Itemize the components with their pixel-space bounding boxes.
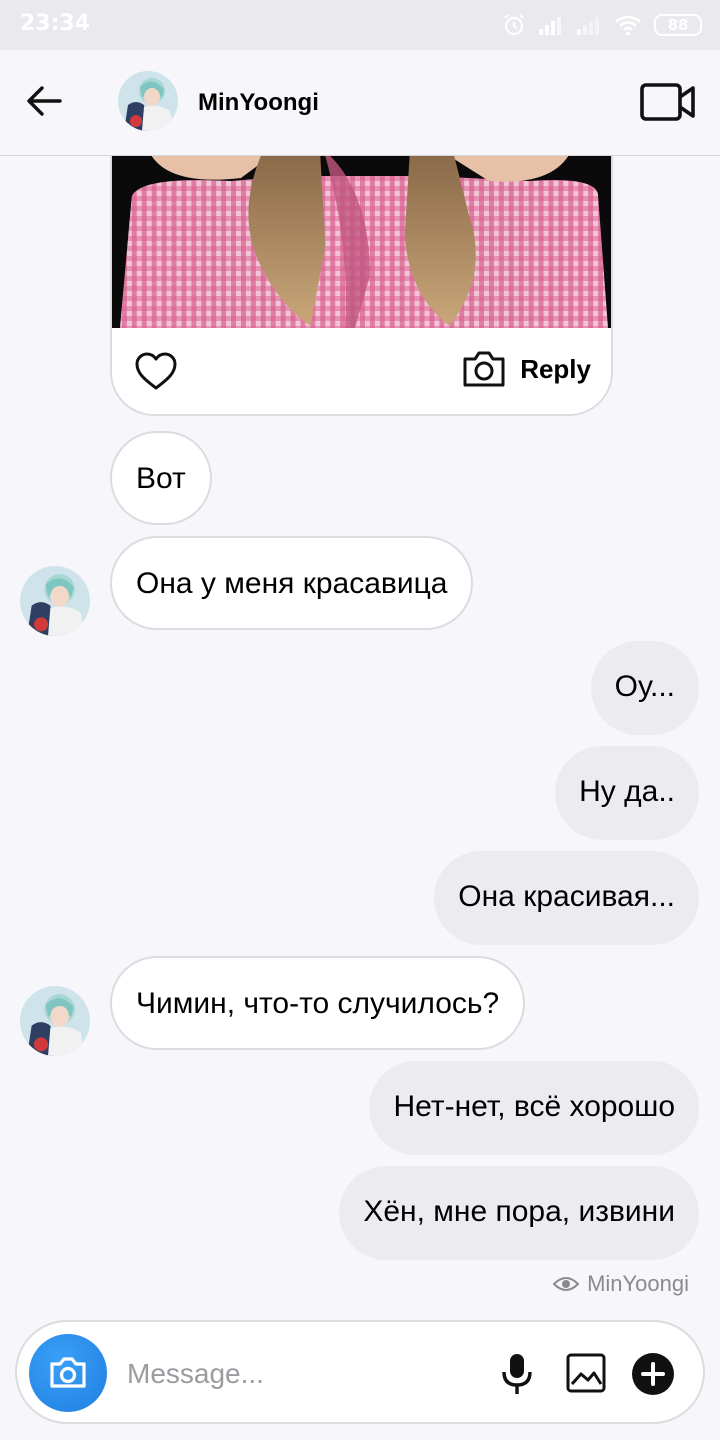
seen-label: MinYoongi: [587, 1271, 689, 1296]
shared-post-image[interactable]: [112, 156, 611, 328]
signal-weak-icon: [577, 17, 599, 35]
camera-button[interactable]: [29, 1334, 107, 1412]
battery-icon: 88: [654, 14, 702, 36]
back-arrow-icon[interactable]: [24, 80, 66, 122]
message-bubble-in[interactable]: Чимин, что-то случилось?: [110, 956, 526, 1050]
shared-post-card[interactable]: Reply: [110, 130, 613, 416]
message-input[interactable]: [127, 1352, 487, 1396]
message-bubble-out[interactable]: Нет-нет, всё хорошо: [369, 1061, 699, 1155]
heart-icon[interactable]: [134, 352, 178, 392]
message-bubble-out[interactable]: Хён, мне пора, извини: [339, 1166, 699, 1260]
message-bubble-out[interactable]: Ну да..: [555, 746, 699, 840]
plus-icon[interactable]: [631, 1352, 675, 1396]
wifi-icon: [615, 15, 641, 36]
avatar-image: [20, 986, 90, 1056]
status-bar: 23:34 88: [0, 0, 720, 50]
status-time: 23:34: [20, 11, 91, 36]
reply-label: Reply: [520, 353, 591, 384]
message-composer: [15, 1320, 705, 1424]
avatar[interactable]: [20, 566, 90, 636]
signal-icon: [539, 17, 561, 35]
chat-header: MinYoongi: [0, 50, 720, 156]
avatar[interactable]: [20, 986, 90, 1056]
alarm-icon: [504, 14, 524, 36]
status-icons: 88: [502, 12, 702, 38]
message-bubble-out[interactable]: Оу...: [590, 641, 699, 735]
camera-icon: [50, 1357, 86, 1388]
shared-post-actions: Reply: [112, 328, 611, 414]
message-bubble-in[interactable]: Вот: [110, 431, 212, 525]
avatar-image: [118, 71, 178, 131]
camera-reply-button[interactable]: Reply: [462, 350, 591, 388]
gallery-icon[interactable]: [565, 1352, 607, 1394]
message-bubble-in[interactable]: Она у меня красавица: [110, 536, 474, 630]
microphone-icon[interactable]: [500, 1352, 534, 1396]
message-bubble-out[interactable]: Она красивая...: [434, 851, 699, 945]
seen-indicator: MinYoongi: [553, 1270, 689, 1298]
camera-icon: [463, 351, 505, 387]
avatar-image: [20, 566, 90, 636]
contact-name[interactable]: MinYoongi: [198, 89, 319, 117]
eye-icon: [553, 1277, 580, 1291]
video-camera-icon[interactable]: [640, 82, 696, 122]
avatar[interactable]: [118, 71, 178, 131]
